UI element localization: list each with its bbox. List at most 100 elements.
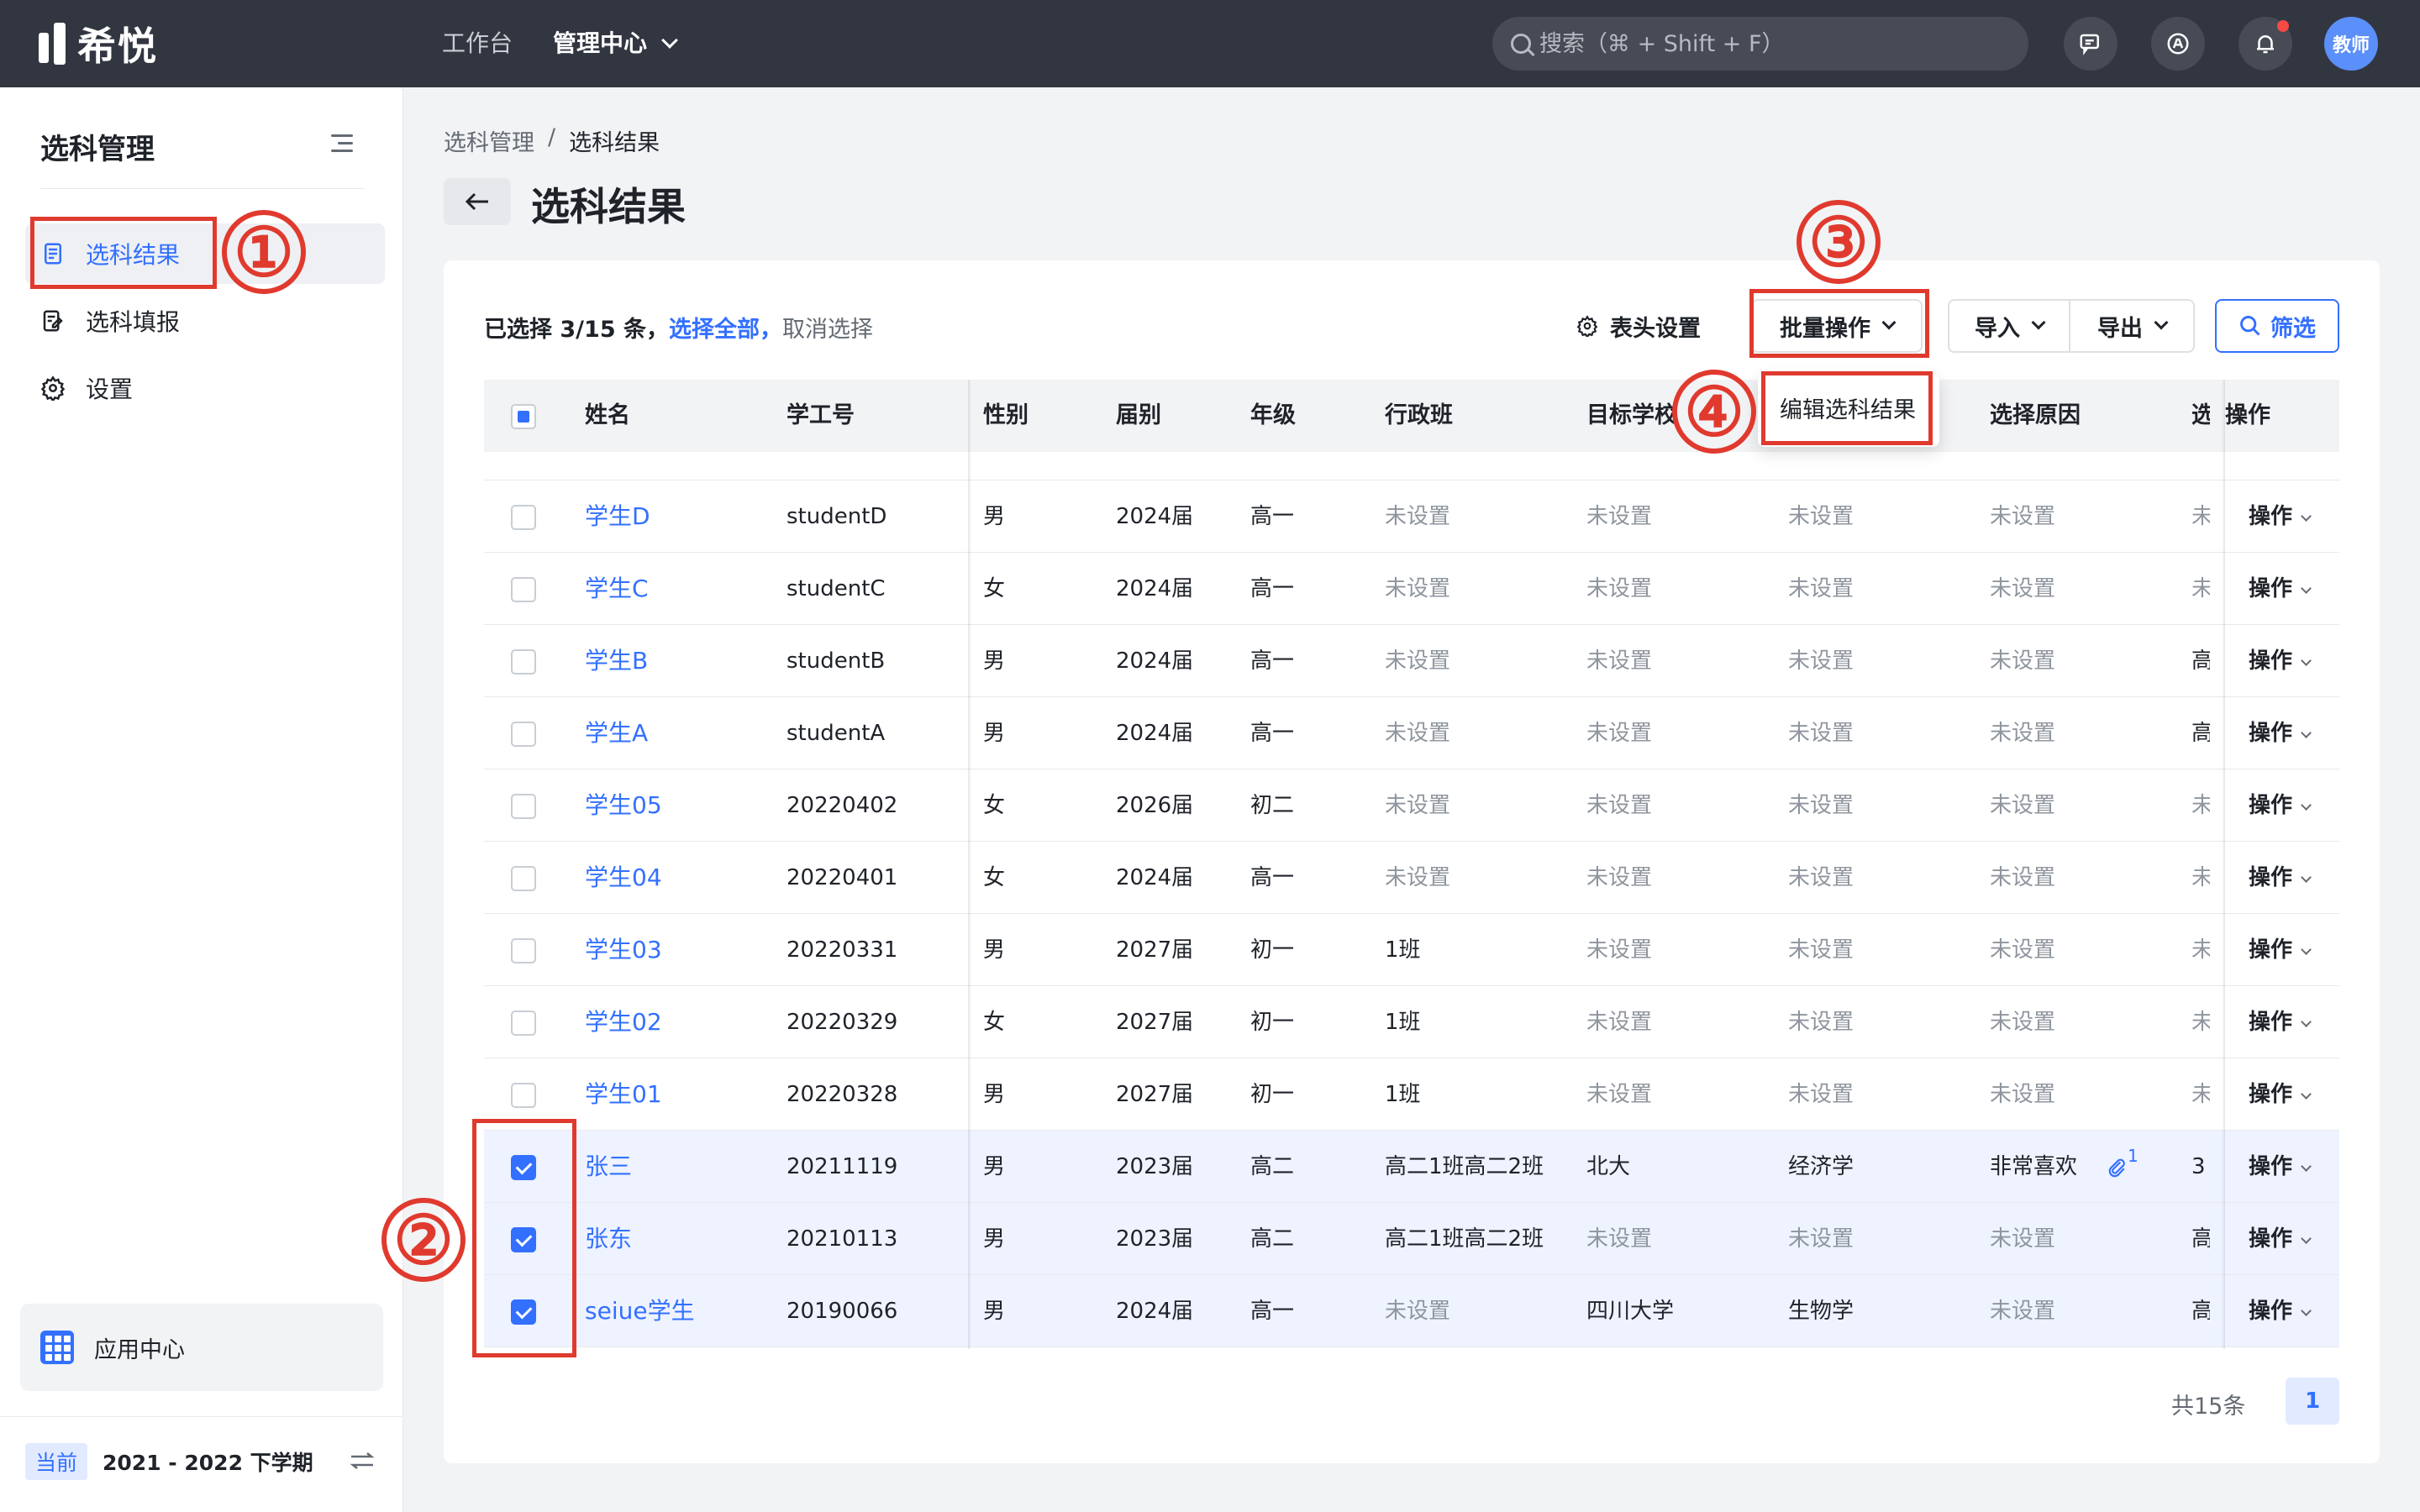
cell-admin-class: 未设置 bbox=[1385, 721, 1451, 746]
row-operations-button[interactable]: 操作 bbox=[2249, 553, 2312, 625]
select-all-checkbox[interactable] bbox=[511, 404, 536, 429]
cell-student-id: studentA bbox=[786, 721, 886, 746]
row-checkbox[interactable] bbox=[511, 505, 536, 530]
nav-management-center[interactable]: 管理中心 bbox=[553, 0, 678, 87]
cell-name[interactable]: 学生01 bbox=[585, 1058, 662, 1131]
import-button[interactable]: 导入 bbox=[1948, 299, 2070, 353]
table-row: 学生C studentC 女 2024届 高一 未设置 未设置 未设置 未设置 未 操作 bbox=[484, 553, 2339, 625]
row-checkbox[interactable] bbox=[511, 649, 536, 675]
col-reason[interactable]: 选择原因 bbox=[1990, 380, 2081, 452]
cell-grade: 初一 bbox=[1250, 1082, 1295, 1107]
row-operations-button[interactable]: 操作 bbox=[2249, 914, 2312, 986]
top-bar: 希悦 工作台 管理中心 教师 bbox=[0, 0, 2420, 87]
row-operations-button[interactable]: 操作 bbox=[2249, 986, 2312, 1058]
row-checkbox[interactable] bbox=[511, 722, 536, 747]
cell-name[interactable]: 学生02 bbox=[585, 986, 662, 1058]
notifications-button[interactable] bbox=[2238, 17, 2292, 71]
annotation-box-2 bbox=[472, 1119, 576, 1357]
row-checkbox[interactable] bbox=[511, 577, 536, 602]
breadcrumb-separator: / bbox=[548, 124, 556, 150]
select-all-link[interactable]: 选择全部， bbox=[669, 311, 782, 344]
row-checkbox[interactable] bbox=[511, 1011, 536, 1036]
row-operations-button[interactable]: 操作 bbox=[2249, 1275, 2312, 1347]
chevron-down-icon bbox=[2301, 1016, 2312, 1027]
row-checkbox[interactable] bbox=[511, 794, 536, 819]
cell-name[interactable]: 学生B bbox=[585, 625, 648, 697]
row-operations-button[interactable]: 操作 bbox=[2249, 1203, 2312, 1275]
results-card: 已选择 3/15 条， 选择全部， 取消选择 表头设置 批量操作 导入 导出 筛… bbox=[444, 260, 2380, 1463]
row-operations-button[interactable]: 操作 bbox=[2249, 1131, 2312, 1203]
cell-name[interactable]: 学生A bbox=[585, 697, 648, 769]
row-operations-button[interactable]: 操作 bbox=[2249, 480, 2312, 553]
cell-name[interactable]: 张东 bbox=[585, 1203, 632, 1275]
cell-name[interactable]: 张三 bbox=[585, 1131, 632, 1203]
sidebar-item-settings[interactable]: 设置 bbox=[25, 358, 385, 418]
chevron-down-icon bbox=[2301, 944, 2312, 955]
app-switch-button[interactable] bbox=[2151, 17, 2205, 71]
cell-name[interactable]: seiue学生 bbox=[585, 1275, 695, 1347]
cell-name[interactable]: 学生05 bbox=[585, 769, 662, 842]
app-center-button[interactable]: 应用中心 bbox=[20, 1304, 383, 1391]
col-student-id[interactable]: 学工号 bbox=[786, 380, 855, 452]
cell-extra: 未 bbox=[2191, 504, 2210, 529]
chevron-down-icon bbox=[2301, 872, 2312, 883]
cell-major: 未设置 bbox=[1788, 1082, 1854, 1107]
header-settings-button[interactable]: 表头设置 bbox=[1576, 299, 1701, 353]
row-operations-button[interactable]: 操作 bbox=[2249, 769, 2312, 842]
fixed-column-shadow bbox=[2222, 380, 2225, 1349]
app-logo[interactable]: 希悦 bbox=[39, 22, 158, 69]
attachment-icon[interactable]: 1 bbox=[2106, 1131, 2139, 1204]
filter-button[interactable]: 筛选 bbox=[2215, 299, 2339, 353]
cell-gender: 女 bbox=[983, 1010, 1006, 1035]
export-button[interactable]: 导出 bbox=[2069, 299, 2195, 353]
collapse-sidebar-icon[interactable] bbox=[331, 134, 353, 153]
swap-term-icon[interactable] bbox=[350, 1452, 375, 1470]
breadcrumb: 选科管理 / 选科结果 bbox=[444, 124, 660, 157]
cell-name[interactable]: 学生C bbox=[585, 553, 649, 625]
search-input[interactable] bbox=[1539, 30, 2010, 57]
col-admin-class[interactable]: 行政班 bbox=[1385, 380, 1453, 452]
annotation-number-3: ③ bbox=[1797, 200, 1881, 284]
breadcrumb-parent[interactable]: 选科管理 bbox=[444, 124, 534, 157]
cell-grade: 高二 bbox=[1250, 1226, 1295, 1252]
row-checkbox[interactable] bbox=[511, 866, 536, 891]
cell-grade: 高一 bbox=[1250, 1299, 1295, 1324]
row-operations-button[interactable]: 操作 bbox=[2249, 1058, 2312, 1131]
global-search[interactable] bbox=[1492, 17, 2028, 71]
cell-admin-class: 未设置 bbox=[1385, 504, 1451, 529]
col-cohort[interactable]: 届别 bbox=[1116, 380, 1161, 452]
table-row: 学生D studentD 男 2024届 高一 未设置 未设置 未设置 未设置 未 操作 bbox=[484, 480, 2339, 553]
row-operations-button[interactable]: 操作 bbox=[2249, 625, 2312, 697]
messages-button[interactable] bbox=[2064, 17, 2118, 71]
cell-major: 未设置 bbox=[1788, 1010, 1854, 1035]
cell-reason: 未设置 bbox=[1990, 648, 2056, 674]
col-name[interactable]: 姓名 bbox=[585, 380, 630, 452]
user-avatar[interactable]: 教师 bbox=[2324, 17, 2378, 71]
cell-target-school: 未设置 bbox=[1586, 1226, 1653, 1252]
back-button[interactable] bbox=[444, 178, 511, 225]
cell-student-id: studentB bbox=[786, 648, 886, 674]
chevron-down-icon bbox=[2301, 1089, 2312, 1100]
cell-name[interactable]: 学生03 bbox=[585, 914, 662, 986]
col-gender[interactable]: 性别 bbox=[983, 380, 1028, 452]
row-checkbox[interactable] bbox=[511, 938, 536, 963]
nav-workbench[interactable]: 工作台 bbox=[442, 0, 513, 87]
cell-name[interactable]: 学生04 bbox=[585, 842, 662, 914]
row-operations-button[interactable]: 操作 bbox=[2249, 697, 2312, 769]
pagination-page-1[interactable]: 1 bbox=[2286, 1378, 2339, 1425]
sidebar-item-selection-fill[interactable]: 选科填报 bbox=[25, 291, 385, 351]
col-grade[interactable]: 年级 bbox=[1250, 380, 1296, 452]
cell-student-id: 20220331 bbox=[786, 937, 898, 963]
cell-target-school: 未设置 bbox=[1586, 937, 1653, 963]
table-row: 学生03 20220331 男 2027届 初一 1班 未设置 未设置 未设置 未 操作 bbox=[484, 914, 2339, 986]
row-operations-button[interactable]: 操作 bbox=[2249, 842, 2312, 914]
row-checkbox[interactable] bbox=[511, 1083, 536, 1108]
table-row: 学生01 20220328 男 2027届 初一 1班 未设置 未设置 未设置 未 操作 bbox=[484, 1058, 2339, 1131]
row-operations-label: 操作 bbox=[2249, 1226, 2293, 1252]
cancel-select-link[interactable]: 取消选择 bbox=[782, 311, 873, 344]
cell-grade: 高一 bbox=[1250, 721, 1295, 746]
cell-name[interactable]: 学生D bbox=[585, 480, 650, 553]
cell-target-school: 未设置 bbox=[1586, 576, 1653, 601]
notification-dot bbox=[2277, 20, 2289, 32]
col-extra[interactable]: 选 bbox=[2191, 380, 2210, 452]
